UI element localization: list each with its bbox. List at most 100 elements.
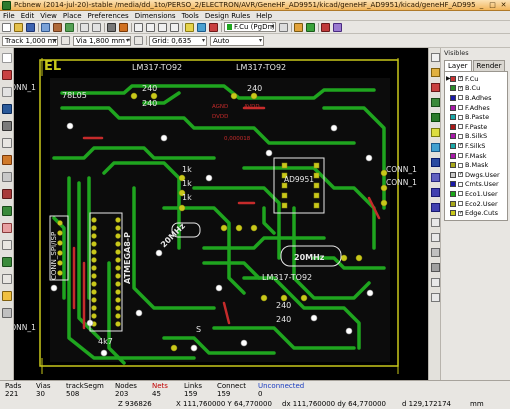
via-options-icon[interactable]: [134, 36, 143, 45]
redraw-icon[interactable]: [158, 22, 167, 32]
menu-file[interactable]: File: [0, 12, 18, 20]
layer-visible-checkbox[interactable]: [458, 191, 463, 197]
menu-tools[interactable]: Tools: [179, 12, 202, 20]
find-icon[interactable]: [185, 22, 194, 32]
layer-row-dwgs-user[interactable]: ✓ Dwgs.User: [445, 170, 507, 180]
auto-track-width-icon[interactable]: [61, 36, 70, 45]
maximize-button[interactable]: □: [488, 1, 497, 10]
add-text-icon[interactable]: [431, 218, 440, 227]
units-mm-icon[interactable]: [2, 121, 12, 131]
layer-row-fmask[interactable]: F.Mask: [445, 151, 507, 161]
layer-color-swatch[interactable]: [450, 85, 456, 92]
layer-color-swatch[interactable]: [450, 75, 456, 82]
layer-visible-checkbox[interactable]: ✓: [458, 76, 463, 82]
set-grid-origin-icon[interactable]: [431, 293, 440, 302]
layer-row-eco1-user[interactable]: Eco1.User: [445, 189, 507, 199]
zoom-fit-icon[interactable]: [170, 22, 179, 32]
module-ratsnest-icon[interactable]: [2, 172, 12, 182]
layer-visible-checkbox[interactable]: ✓: [458, 210, 463, 216]
menu-dimensions[interactable]: Dimensions: [132, 12, 179, 20]
high-contrast-icon[interactable]: [2, 274, 12, 284]
pcb-canvas[interactable]: EL LM317-TO92 LM317-TO92 78L05 CONN_1 CO…: [14, 48, 428, 380]
layer-pair-icon[interactable]: [279, 22, 288, 32]
layer-color-swatch[interactable]: [450, 133, 456, 140]
layer-row-edge-cuts[interactable]: ✓ Edge.Cuts: [445, 208, 507, 218]
layer-visible-checkbox[interactable]: ✓: [458, 85, 463, 91]
layer-row-bcu[interactable]: ✓ B.Cu: [445, 84, 507, 94]
layer-row-eco2-user[interactable]: Eco2.User: [445, 199, 507, 209]
layer-visible-checkbox[interactable]: [458, 133, 463, 139]
polar-coords-icon[interactable]: [2, 87, 12, 97]
scripting-icon[interactable]: [333, 22, 342, 32]
grid-select[interactable]: Grid: 0,635 ▾: [149, 35, 207, 46]
drc-icon[interactable]: [209, 22, 218, 32]
track-width-select[interactable]: Track 1,000 mm ▾: [2, 35, 58, 46]
add-zone-icon[interactable]: [431, 143, 440, 152]
layer-visible-checkbox[interactable]: [458, 114, 463, 120]
vias-sketch-icon[interactable]: [2, 240, 12, 250]
layer-row-fsilks[interactable]: ✓ F.SilkS: [445, 141, 507, 151]
add-target-icon[interactable]: [431, 248, 440, 257]
layer-visible-checkbox[interactable]: [458, 153, 463, 159]
zoom-in-icon[interactable]: [134, 22, 143, 32]
ratsnest-icon[interactable]: [2, 155, 12, 165]
zoom-select[interactable]: Auto ▾: [210, 35, 264, 46]
redo-icon[interactable]: [92, 22, 101, 32]
layer-color-swatch[interactable]: [450, 190, 456, 197]
set-origin-icon[interactable]: [431, 278, 440, 287]
menu-preferences[interactable]: Preferences: [85, 12, 132, 20]
pcb-board-drawing[interactable]: EL LM317-TO92 LM317-TO92 78L05 CONN_1 CO…: [14, 48, 428, 380]
zone-fill-icon[interactable]: [2, 206, 12, 216]
mode-footprint-icon[interactable]: [294, 22, 303, 32]
netlist-icon[interactable]: [197, 22, 206, 32]
layer-color-swatch[interactable]: [450, 152, 456, 159]
layer-visible-checkbox[interactable]: [458, 181, 463, 187]
layer-color-swatch[interactable]: [450, 171, 456, 178]
menu-edit[interactable]: Edit: [18, 12, 38, 20]
units-inch-icon[interactable]: [2, 104, 12, 114]
cursor-shape-icon[interactable]: [2, 138, 12, 148]
via-size-select[interactable]: Via 1,800 mm * ▾: [73, 35, 131, 46]
tab-layer[interactable]: Layer: [444, 60, 472, 71]
save-icon[interactable]: [26, 22, 35, 32]
open-folder-icon[interactable]: [14, 22, 23, 32]
layer-row-fpaste[interactable]: F.Paste: [445, 122, 507, 132]
layer-color-swatch[interactable]: [450, 210, 456, 217]
tab-render[interactable]: Render: [472, 60, 506, 71]
layer-visible-checkbox[interactable]: [458, 95, 463, 101]
auto-delete-track-icon[interactable]: [2, 189, 12, 199]
layer-color-swatch[interactable]: [450, 181, 456, 188]
keepout-icon[interactable]: [431, 158, 440, 167]
layer-color-swatch[interactable]: [450, 94, 456, 101]
module-editor-icon[interactable]: [65, 22, 74, 32]
menu-help[interactable]: Help: [253, 12, 275, 20]
layer-row-bpaste[interactable]: B.Paste: [445, 112, 507, 122]
add-dimension-icon[interactable]: [431, 233, 440, 242]
minimize-button[interactable]: _: [477, 1, 486, 10]
add-circle-icon[interactable]: [431, 188, 440, 197]
pads-sketch-icon[interactable]: [2, 223, 12, 233]
layer-color-swatch[interactable]: [450, 114, 456, 121]
layer-visible-checkbox[interactable]: ✓: [458, 143, 463, 149]
zoom-out-icon[interactable]: [146, 22, 155, 32]
layer-visible-checkbox[interactable]: [458, 105, 463, 111]
layer-row-badhes[interactable]: B.Adhes: [445, 93, 507, 103]
route-track-icon[interactable]: [431, 113, 440, 122]
add-via-icon[interactable]: [431, 128, 440, 137]
plot-icon[interactable]: [119, 22, 128, 32]
layer-visible-checkbox[interactable]: [458, 162, 463, 168]
active-layer-select[interactable]: F.Cu (PgDn) ▾: [224, 22, 276, 32]
layer-row-cmts-user[interactable]: Cmts.User: [445, 180, 507, 190]
highlight-net-icon[interactable]: [431, 68, 440, 77]
delete-item-icon[interactable]: [431, 263, 440, 272]
layer-row-fadhes[interactable]: F.Adhes: [445, 103, 507, 113]
add-arc-icon[interactable]: [431, 203, 440, 212]
layer-color-swatch[interactable]: [450, 200, 456, 207]
layer-row-fcu[interactable]: ▶ ✓ F.Cu: [445, 74, 507, 84]
layer-color-swatch[interactable]: [450, 162, 456, 169]
select-arrow-icon[interactable]: [431, 53, 440, 62]
layer-visible-checkbox[interactable]: [458, 201, 463, 207]
layers-manager-icon[interactable]: [2, 291, 12, 301]
close-button[interactable]: ✕: [499, 1, 508, 10]
layer-visible-checkbox[interactable]: ✓: [458, 172, 463, 178]
